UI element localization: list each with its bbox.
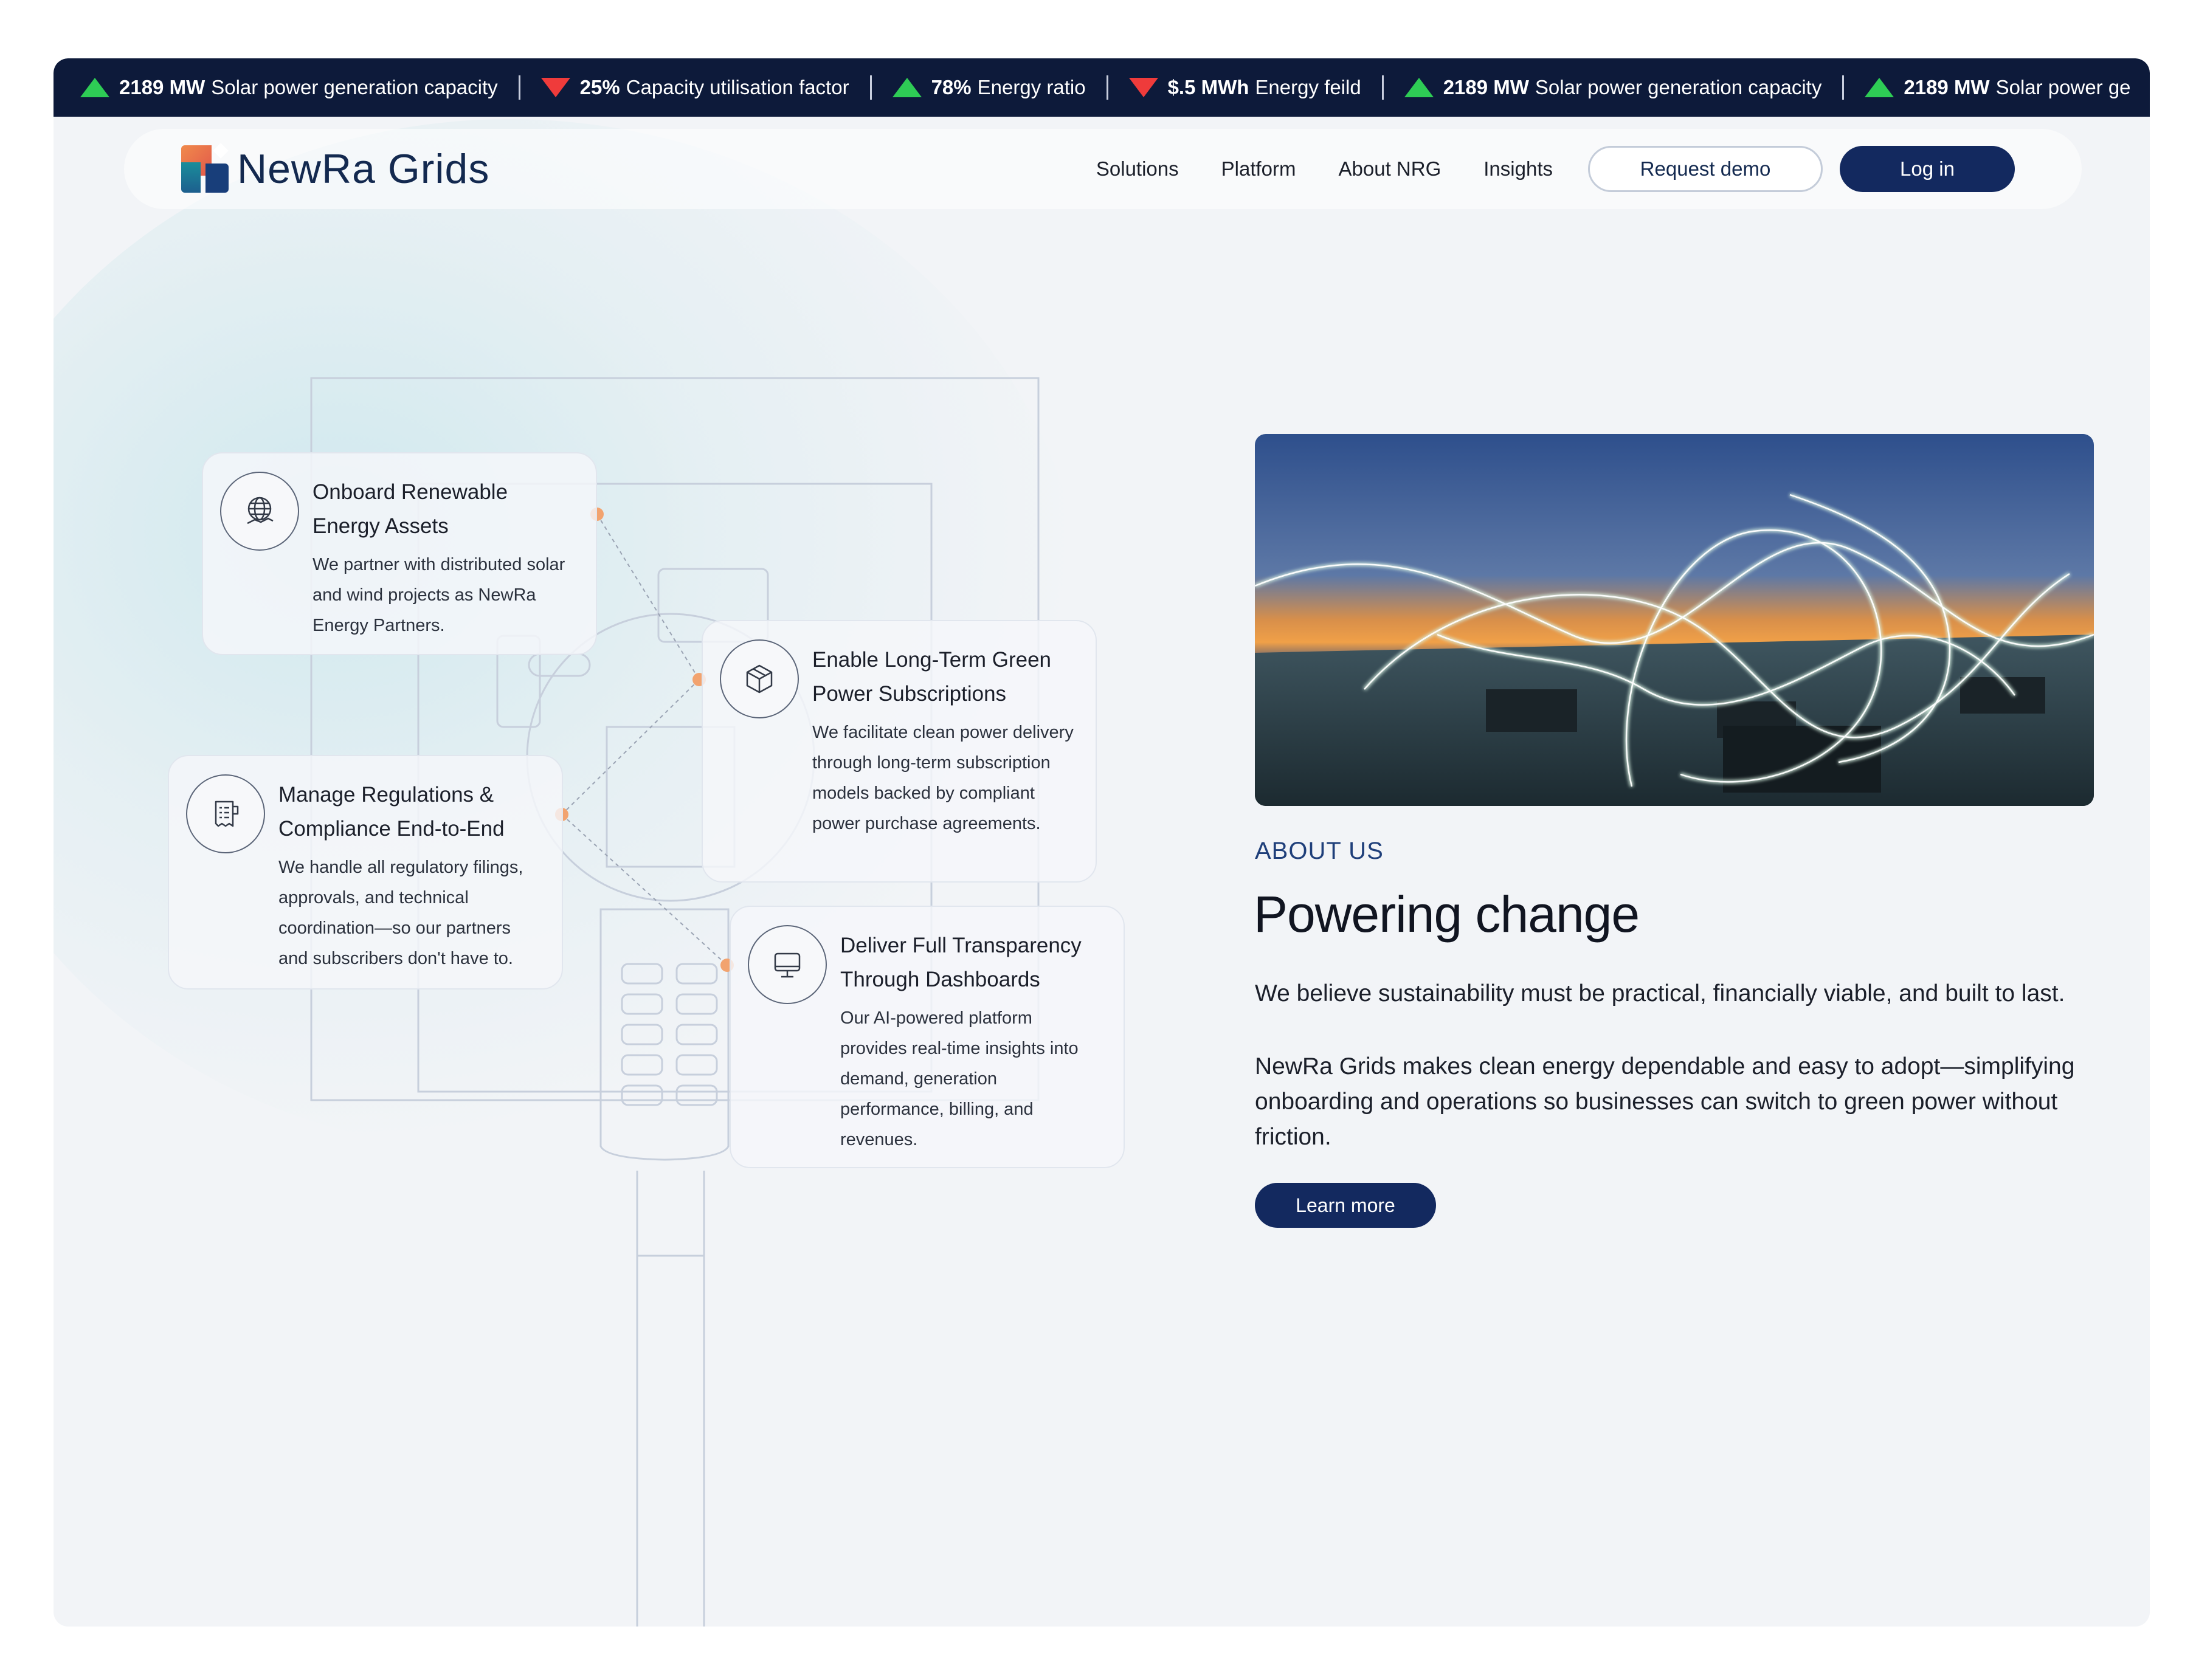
feature-card-compliance: Manage Regulations & Compliance End-to-E…: [168, 755, 563, 990]
monitor-icon: [748, 925, 827, 1004]
globe-handshake-icon: [220, 472, 299, 551]
about-paragraph-1: We believe sustainability must be practi…: [1255, 980, 2065, 1007]
ticker-separator: [1381, 75, 1384, 100]
ticker-item: 2189 MW Solar power ge: [1865, 76, 2131, 99]
card-title: Enable Long-Term Green Power Subscriptio…: [812, 648, 1051, 706]
ticker-label: Solar power generation capacity: [1535, 76, 1822, 98]
request-demo-button[interactable]: Request demo: [1588, 146, 1823, 192]
nav-link-about[interactable]: About NRG: [1339, 157, 1442, 181]
document-icon: [186, 774, 265, 853]
nav-link-insights[interactable]: Insights: [1483, 157, 1553, 181]
about-photo: [1255, 434, 2094, 806]
card-description: We facilitate clean power delivery throu…: [812, 723, 1074, 833]
arrow-up-icon: [1865, 78, 1894, 97]
nav-links: Solutions Platform About NRG Insights Re…: [1096, 146, 2015, 192]
ticker-value: 2189 MW: [1443, 76, 1529, 98]
ticker-label: Solar power ge: [1995, 76, 2131, 98]
feature-card-subscriptions: Enable Long-Term Green Power Subscriptio…: [702, 620, 1097, 883]
ticker-value: 2189 MW: [1904, 76, 1990, 98]
learn-more-button[interactable]: Learn more: [1255, 1183, 1436, 1228]
about-headline: Powering change: [1254, 886, 1640, 943]
login-button[interactable]: Log in: [1840, 146, 2015, 192]
ticker-item: 2189 MW Solar power generation capacity: [1404, 75, 1865, 100]
nav-link-platform[interactable]: Platform: [1221, 157, 1296, 181]
light-trails-rooftop-image: [1255, 434, 2094, 806]
feature-card-dashboards: Deliver Full Transparency Through Dashbo…: [730, 906, 1125, 1168]
card-title: Onboard Renewable Energy Assets: [312, 480, 508, 538]
about-paragraph-2: NewRa Grids makes clean energy dependabl…: [1255, 1053, 2075, 1150]
card-title: Manage Regulations & Compliance End-to-E…: [278, 783, 505, 841]
card-title: Deliver Full Transparency Through Dashbo…: [840, 934, 1082, 991]
card-description: We handle all regulatory filings, approv…: [278, 858, 523, 968]
arrow-up-icon: [1404, 78, 1434, 97]
card-description: We partner with distributed solar and wi…: [312, 555, 565, 635]
card-description: Our AI-powered platform provides real-ti…: [840, 1008, 1079, 1149]
ticker-label: Energy feild: [1255, 76, 1361, 98]
section-label: ABOUT US: [1255, 838, 1384, 864]
page-frame: 2189 MW Solar power generation capacity …: [54, 58, 2150, 1627]
cube-icon: [720, 639, 799, 718]
feature-card-onboard: Onboard Renewable Energy Assets We partn…: [202, 452, 597, 655]
ticker-separator: [1842, 75, 1845, 100]
